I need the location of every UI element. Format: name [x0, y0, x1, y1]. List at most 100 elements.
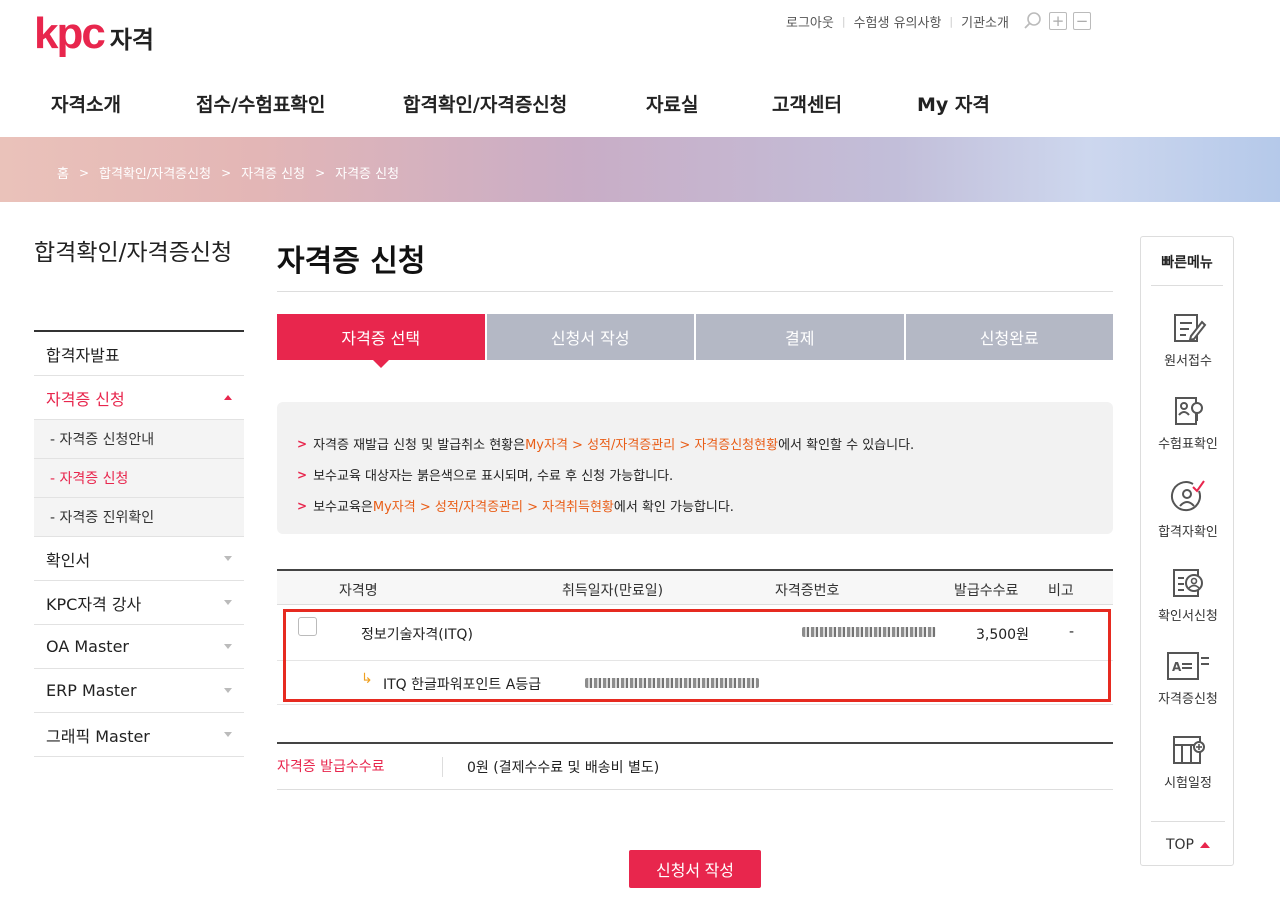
step-complete: 신청완료	[906, 314, 1114, 360]
step-indicator: 자격증 선택 신청서 작성 결제 신청완료	[277, 314, 1113, 360]
quick-item-label: 시험일정	[1164, 776, 1212, 791]
quick-item-schedule[interactable]: 시험일정	[1141, 734, 1235, 791]
top-label: TOP	[1166, 837, 1194, 853]
side-item-label: 그래픽 Master	[46, 723, 150, 747]
caret-up-icon	[224, 395, 232, 400]
quick-item-label: 수험표확인	[1158, 437, 1218, 452]
notice-line: > 자격증 재발급 신청 및 발급취소 현황은 My자격 > 성적/자격증관리 …	[297, 428, 1113, 459]
side-sub-cert-apply[interactable]: - 자격증 신청	[34, 459, 244, 498]
quick-item-cert[interactable]: A 자격증신청	[1141, 650, 1235, 707]
notice-text: 자격증 재발급 신청 및 발급취소 현황은	[313, 434, 525, 453]
write-application-button[interactable]: 신청서 작성	[629, 850, 761, 888]
main-nav: 자격소개 접수/수험표확인 합격확인/자격증신청 자료실 고객센터 My 자격	[0, 90, 1280, 120]
col-header: 발급수수료	[954, 580, 1018, 600]
fee-value: 0원 (결제수수료 및 배송비 별도)	[467, 757, 659, 777]
logo-mark: kpc	[34, 12, 104, 56]
side-item-cert-apply[interactable]: 자격증 신청	[34, 376, 244, 420]
search-icon[interactable]	[1023, 11, 1043, 31]
quick-item-label: 원서접수	[1164, 354, 1212, 369]
utility-nav: 로그아웃 | 수험생 유의사항 | 기관소개 + −	[786, 11, 1091, 31]
pass-check-icon	[1169, 479, 1207, 515]
quick-item-label: 확인서신청	[1158, 609, 1218, 624]
quick-menu: 빠른메뉴 원서접수 수험표확인 합격자확인 확인서신청 A 자격증신청 시험일정…	[1140, 236, 1234, 866]
svg-text:A: A	[1172, 660, 1182, 674]
divider: |	[842, 15, 846, 28]
about-link[interactable]: 기관소개	[961, 12, 1009, 31]
zoom-out-icon[interactable]: −	[1073, 12, 1091, 30]
col-header: 자격명	[339, 580, 378, 600]
side-item-erp-master[interactable]: ERP Master	[34, 669, 244, 713]
notice-text: 에서 확인할 수 있습니다.	[778, 434, 914, 453]
side-item-label: OA Master	[46, 637, 129, 656]
arrow-up-icon	[1200, 842, 1210, 848]
side-item-confirmation[interactable]: 확인서	[34, 537, 244, 581]
breadcrumb-sep: >	[221, 166, 231, 180]
zoom-in-icon[interactable]: +	[1049, 12, 1067, 30]
side-menu: 합격자발표 자격증 신청 - 자격증 신청안내 - 자격증 신청 - 자격증 진…	[34, 330, 244, 757]
col-header: 비고	[1048, 580, 1074, 600]
quick-item-ticket[interactable]: 수험표확인	[1141, 395, 1235, 452]
logout-link[interactable]: 로그아웃	[786, 12, 834, 31]
col-header: 취득일자(만료일)	[562, 580, 663, 600]
top-button[interactable]: TOP	[1151, 821, 1225, 853]
step-payment: 결제	[696, 314, 904, 360]
fee-label: 자격증 발급수수료	[277, 757, 443, 777]
page-title: 자격증 신청	[277, 236, 425, 280]
quick-item-apply[interactable]: 원서접수	[1141, 312, 1235, 369]
table-header: 자격명 취득일자(만료일) 자격증번호 발급수수료 비고	[277, 569, 1113, 605]
side-item-label: 확인서	[46, 547, 90, 571]
notice-box: > 자격증 재발급 신청 및 발급취소 현황은 My자격 > 성적/자격증관리 …	[277, 402, 1113, 534]
util-icons: + −	[1023, 11, 1091, 31]
nav-item-apply[interactable]: 접수/수험표확인	[196, 90, 325, 117]
notice-link[interactable]: My자격 > 성적/자격증관리 > 자격증신청현황	[525, 434, 778, 453]
quick-menu-title: 빠른메뉴	[1151, 252, 1223, 286]
side-item-oa-master[interactable]: OA Master	[34, 625, 244, 669]
breadcrumb-item[interactable]: 합격확인/자격증신청	[99, 163, 211, 182]
exam-notice-link[interactable]: 수험생 유의사항	[854, 12, 942, 31]
step-select-cert: 자격증 선택	[277, 314, 485, 360]
highlight-box	[283, 609, 1111, 702]
side-sub-cert-verify[interactable]: - 자격증 진위확인	[34, 498, 244, 537]
nav-item-pass-check[interactable]: 합격확인/자격증신청	[403, 90, 567, 117]
id-card-icon: A	[1165, 650, 1211, 682]
lnb-title: 합격확인/자격증신청	[34, 236, 244, 270]
nav-item-my[interactable]: My 자격	[917, 90, 990, 117]
side-sub-apply-guide[interactable]: - 자격증 신청안내	[34, 420, 244, 459]
quick-item-label: 자격증신청	[1158, 692, 1218, 707]
bullet-icon: >	[297, 468, 307, 482]
kpc-logo[interactable]: kpc 자격	[34, 12, 154, 56]
side-item-pass-announce[interactable]: 합격자발표	[34, 332, 244, 376]
bullet-icon: >	[297, 499, 307, 513]
nav-item-intro[interactable]: 자격소개	[51, 90, 121, 117]
caret-down-icon	[224, 732, 232, 737]
notice-text: 보수교육은	[313, 496, 373, 515]
side-item-instructor[interactable]: KPC자격 강사	[34, 581, 244, 625]
side-item-label: 자격증 신청	[46, 386, 125, 410]
quick-item-pass[interactable]: 합격자확인	[1141, 479, 1235, 540]
notice-link[interactable]: My자격 > 성적/자격증관리 > 자격취득현황	[373, 496, 614, 515]
bullet-icon: >	[297, 437, 307, 451]
breadcrumb-sep: >	[315, 166, 325, 180]
caret-down-icon	[224, 556, 232, 561]
step-write-form: 신청서 작성	[487, 314, 695, 360]
notice-text: 보수교육 대상자는 붉은색으로 표시되며, 수료 후 신청 가능합니다.	[313, 465, 673, 484]
divider: |	[949, 15, 953, 28]
caret-down-icon	[224, 600, 232, 605]
caret-down-icon	[224, 688, 232, 693]
breadcrumb: 홈 > 합격확인/자격증신청 > 자격증 신청 > 자격증 신청	[57, 163, 399, 182]
breadcrumb-item[interactable]: 자격증 신청	[241, 163, 305, 182]
breadcrumb-current: 자격증 신청	[335, 163, 399, 182]
side-item-label: ERP Master	[46, 681, 137, 700]
side-item-label: 합격자발표	[46, 342, 120, 366]
nav-item-support[interactable]: 고객센터	[772, 90, 842, 117]
id-search-icon	[1169, 395, 1207, 427]
side-item-graphic-master[interactable]: 그래픽 Master	[34, 713, 244, 757]
notice-text: 에서 확인 가능합니다.	[614, 496, 734, 515]
breadcrumb-home[interactable]: 홈	[57, 163, 69, 182]
calendar-icon	[1169, 734, 1207, 766]
nav-item-library[interactable]: 자료실	[646, 90, 698, 117]
form-edit-icon	[1169, 312, 1207, 344]
col-header: 자격증번호	[775, 580, 839, 600]
notice-line: > 보수교육 대상자는 붉은색으로 표시되며, 수료 후 신청 가능합니다.	[297, 459, 1113, 490]
quick-item-confirm[interactable]: 확인서신청	[1141, 567, 1235, 624]
